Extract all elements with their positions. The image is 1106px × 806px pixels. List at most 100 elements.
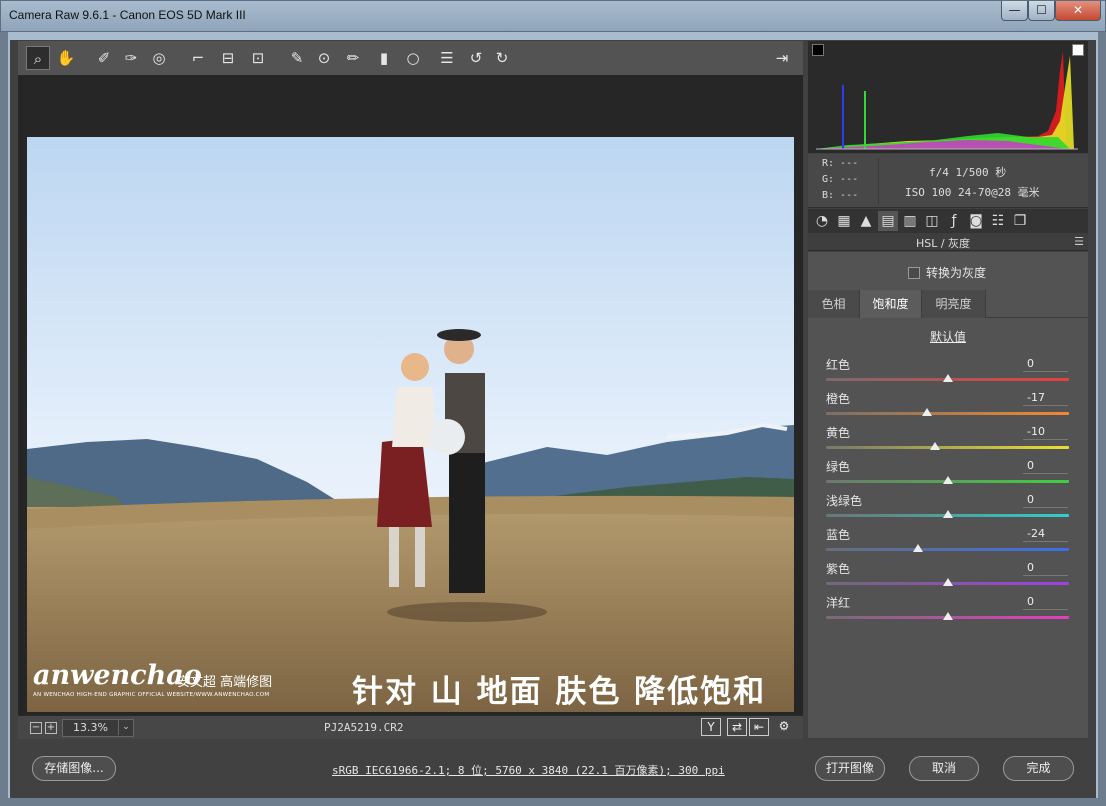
save-image-button[interactable]: 存储图像... — [32, 756, 116, 781]
cancel-button[interactable]: 取消 — [909, 756, 979, 781]
tool-bar: ⇥ ⌕ ✋ ✐ ✑ ◎ ⌐ ⊟ ⊡ ✎ ⊙ ✏ ▮ ○ ☰ ↺ ↻ — [18, 41, 803, 75]
grayscale-label: 转换为灰度 — [926, 266, 987, 280]
overlay-caption: 针对 山 地面 肤色 降低饱和 — [352, 674, 767, 710]
presets-icon[interactable]: ☷ — [988, 211, 1008, 231]
graduated-filter-icon[interactable]: ▮ — [372, 46, 396, 70]
adjustment-brush-icon[interactable]: ✏ — [341, 46, 365, 70]
checkbox-icon[interactable] — [908, 267, 920, 279]
zoom-in-button[interactable]: + — [45, 722, 57, 734]
tab-hue[interactable]: 色相 — [808, 290, 860, 318]
slider-thumb[interactable] — [930, 442, 941, 450]
zoom-icon[interactable]: ⌕ — [26, 46, 50, 70]
open-image-button[interactable]: 打开图像 — [815, 756, 885, 781]
shadow-clipping-icon[interactable] — [812, 44, 824, 56]
targeted-adjustment-icon[interactable]: ◎ — [147, 46, 171, 70]
slider-value-input[interactable]: 0 — [1023, 493, 1068, 508]
iso-focal: ISO 100 24-70@28 毫米 — [905, 186, 1040, 199]
slider-label: 红色 — [826, 358, 851, 372]
red-readout: R: --- — [822, 158, 859, 169]
split-toning-icon[interactable]: ▥ — [900, 211, 920, 231]
tab-saturation[interactable]: 饱和度 — [860, 290, 922, 318]
slider-thumb[interactable] — [921, 408, 932, 416]
radial-filter-icon[interactable]: ○ — [401, 46, 425, 70]
panel-title: HSL / 灰度 — [915, 237, 971, 250]
basic-icon[interactable]: ◔ — [812, 211, 832, 231]
window-title: Camera Raw 9.6.1 - Canon EOS 5D Mark III — [9, 8, 246, 22]
snapshots-icon[interactable]: ❐ — [1010, 211, 1030, 231]
hsl-subtabs: 色相 饱和度 明亮度 — [808, 290, 1088, 318]
panel-menu-icon[interactable]: ☰ — [1074, 235, 1084, 248]
lens-icon[interactable]: ◫ — [922, 211, 942, 231]
camera-calibration-icon[interactable]: ◙ — [966, 211, 986, 231]
preferences-icon[interactable]: ☰ — [435, 46, 459, 70]
slider-thumb[interactable] — [942, 476, 953, 484]
done-button[interactable]: 完成 — [1003, 756, 1074, 781]
slider-value-input[interactable]: 0 — [1023, 459, 1068, 474]
straighten-icon[interactable]: ⊟ — [216, 46, 240, 70]
spot-removal-icon[interactable]: ✎ — [285, 46, 309, 70]
white-balance-icon[interactable]: ✐ — [92, 46, 116, 70]
hsl-icon[interactable]: ▤ — [878, 211, 898, 231]
slider-label: 紫色 — [826, 562, 851, 576]
effects-icon[interactable]: ƒ — [944, 211, 964, 231]
color-sampler-icon[interactable]: ✑ — [119, 46, 143, 70]
panel-header: HSL / 灰度 ☰ — [808, 233, 1088, 251]
slider-value-input[interactable]: -24 — [1023, 527, 1068, 542]
slider-thumb[interactable] — [942, 578, 953, 586]
highlight-clipping-icon[interactable] — [1072, 44, 1084, 56]
detail-icon[interactable]: ▲ — [856, 211, 876, 231]
copy-settings-icon[interactable]: ⇤ — [749, 718, 769, 736]
histogram — [808, 41, 1088, 153]
crop-icon[interactable]: ⌐ — [186, 46, 210, 70]
transform-icon[interactable]: ⊡ — [246, 46, 270, 70]
slider-label: 蓝色 — [826, 528, 851, 542]
tone-curve-icon[interactable]: ▦ — [834, 211, 854, 231]
preview-status-bar: − + 13.3% ⌄ PJ2A5219.CR2 Y ⇄ ⇤ ⚙ — [18, 715, 803, 739]
zoom-out-button[interactable]: − — [30, 722, 42, 734]
blue-readout: B: --- — [822, 190, 859, 201]
slider-track[interactable] — [826, 446, 1069, 449]
slider-value-input[interactable]: 0 — [1023, 561, 1068, 576]
slider-row: 浅绿色 0 — [808, 492, 1088, 526]
slider-value-input[interactable]: 0 — [1023, 595, 1068, 610]
slider-thumb[interactable] — [942, 612, 953, 620]
slider-thumb[interactable] — [913, 544, 924, 552]
defaults-link[interactable]: 默认值 — [808, 328, 1088, 345]
watermark-logo: anwenchao 安文超 高端修图 AN WENCHAO HIGH-END G… — [33, 660, 272, 698]
slider-row: 黄色 -10 — [808, 424, 1088, 458]
close-button[interactable]: ✕ — [1055, 1, 1101, 21]
slider-thumb[interactable] — [942, 374, 953, 382]
maximize-button[interactable]: ☐ — [1028, 1, 1055, 21]
before-after-icon[interactable]: Y — [701, 718, 721, 736]
slider-value-input[interactable]: 0 — [1023, 357, 1068, 372]
swap-settings-icon[interactable]: ⇄ — [727, 718, 747, 736]
file-name: PJ2A5219.CR2 — [324, 721, 404, 734]
red-eye-icon[interactable]: ⊙ — [312, 46, 336, 70]
slider-thumb[interactable] — [942, 510, 953, 518]
info-readout: R: --- G: --- B: --- f/4 1/500 秒 ISO 100… — [808, 154, 1088, 208]
logo-tagline: AN WENCHAO HIGH-END GRAPHIC OFFICIAL WEB… — [33, 692, 270, 698]
tab-luminance[interactable]: 明亮度 — [922, 290, 986, 318]
slider-row: 紫色 0 — [808, 560, 1088, 594]
workflow-options-link[interactable]: sRGB IEC61966-2.1; 8 位; 5760 x 3840 (22.… — [332, 762, 725, 778]
grayscale-checkbox[interactable]: 转换为灰度 — [908, 264, 986, 281]
slider-row: 橙色 -17 — [808, 390, 1088, 424]
slider-value-input[interactable]: -10 — [1023, 425, 1068, 440]
fullscreen-toggle-icon[interactable]: ⇥ — [770, 46, 794, 70]
readout-divider — [878, 158, 879, 204]
slider-row: 绿色 0 — [808, 458, 1088, 492]
slider-row: 洋红 0 — [808, 594, 1088, 628]
chevron-down-icon[interactable]: ⌄ — [118, 720, 133, 735]
hsl-panel: 转换为灰度 色相 饱和度 明亮度 默认值 红色 0 橙色 -17 黄色 -10 绿色 0 浅绿色… — [808, 252, 1088, 738]
minimize-button[interactable]: — — [1001, 1, 1028, 21]
rotate-cw-icon[interactable]: ↻ — [490, 46, 514, 70]
rotate-ccw-icon[interactable]: ↺ — [464, 46, 488, 70]
slider-label: 绿色 — [826, 460, 851, 474]
slider-track[interactable] — [826, 548, 1069, 551]
slider-label: 黄色 — [826, 426, 851, 440]
photo-preview — [27, 137, 794, 712]
slider-value-input[interactable]: -17 — [1023, 391, 1068, 406]
preview-settings-icon[interactable]: ⚙ — [774, 718, 794, 736]
hand-icon[interactable]: ✋ — [54, 46, 78, 70]
slider-track[interactable] — [826, 412, 1069, 415]
